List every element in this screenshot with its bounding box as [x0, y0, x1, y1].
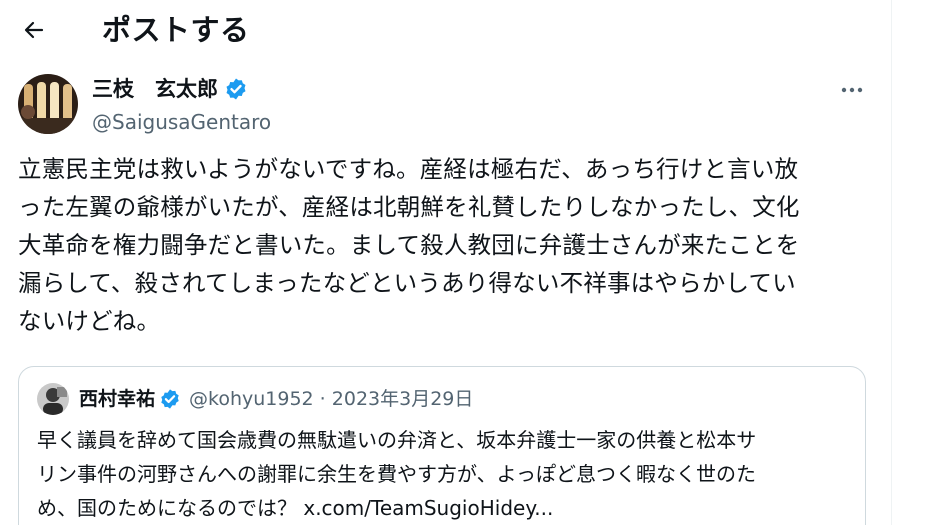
quoted-header: 西村幸祐 @kohyu1952 · 2023年3月29日	[79, 385, 473, 413]
tweet-line: 立憲民主党は救いようがないですね。産経は極右だ、あっち行けと言い放	[18, 155, 799, 183]
quoted-author-name[interactable]: 西村幸祐	[79, 385, 155, 413]
tweet-line: 大革命を権力闘争だと書いた。まして殺人教団に弁護士さんが来たことを	[18, 231, 800, 259]
author-handle[interactable]: @SaigusaGentaro	[92, 108, 271, 136]
tweet-line: った左翼の爺様がいたが、産経は北朝鮮を礼賛したりしなかったし、文化	[18, 193, 800, 221]
more-options-button[interactable]	[832, 76, 872, 104]
verified-badge-icon	[161, 389, 179, 409]
tweet-text: 立憲民主党は救いようがないですね。産経は極右だ、あっち行けと言い放 った左翼の爺…	[18, 150, 868, 340]
post-detail-view: ポストする 三枝 玄太郎 @SaigusaGentaro 立憲民主党は救いようが…	[0, 0, 933, 525]
column-divider	[891, 0, 892, 525]
quoted-line: め、国のためになるのでは？ x.com/TeamSugioHidey...	[37, 496, 554, 520]
quoted-tweet-card[interactable]: 西村幸祐 @kohyu1952 · 2023年3月29日 早く議員を辞めて国会歳…	[18, 366, 866, 525]
back-button[interactable]	[14, 12, 54, 48]
quoted-tweet-text: 早く議員を辞めて国会歳費の無駄遣いの弁済と、坂本弁護士一家の供養と松本サ リン事…	[37, 423, 857, 525]
quoted-line: 早く議員を辞めて国会歳費の無駄遣いの弁済と、坂本弁護士一家の供養と松本サ	[37, 428, 757, 452]
quoted-handle-date[interactable]: @kohyu1952 · 2023年3月29日	[189, 385, 473, 413]
tweet-line: ないけどね。	[18, 307, 161, 335]
verified-badge-icon	[226, 78, 246, 100]
more-horizontal-icon	[841, 87, 863, 93]
arrow-left-icon	[24, 21, 44, 39]
quoted-line: リン事件の河野さんへの謝罪に余生を費やす方が、よっぽど息つく暇なく世のた	[37, 462, 756, 486]
avatar[interactable]	[18, 74, 78, 134]
author-name-text: 三枝 玄太郎	[92, 77, 218, 101]
author-name[interactable]: 三枝 玄太郎	[92, 74, 248, 104]
page-title: ポストする	[102, 13, 250, 47]
tweet-line: 漏らして、殺されてしまったなどというあり得ない不祥事はやらかしてい	[18, 269, 796, 297]
quoted-avatar[interactable]	[37, 383, 69, 415]
